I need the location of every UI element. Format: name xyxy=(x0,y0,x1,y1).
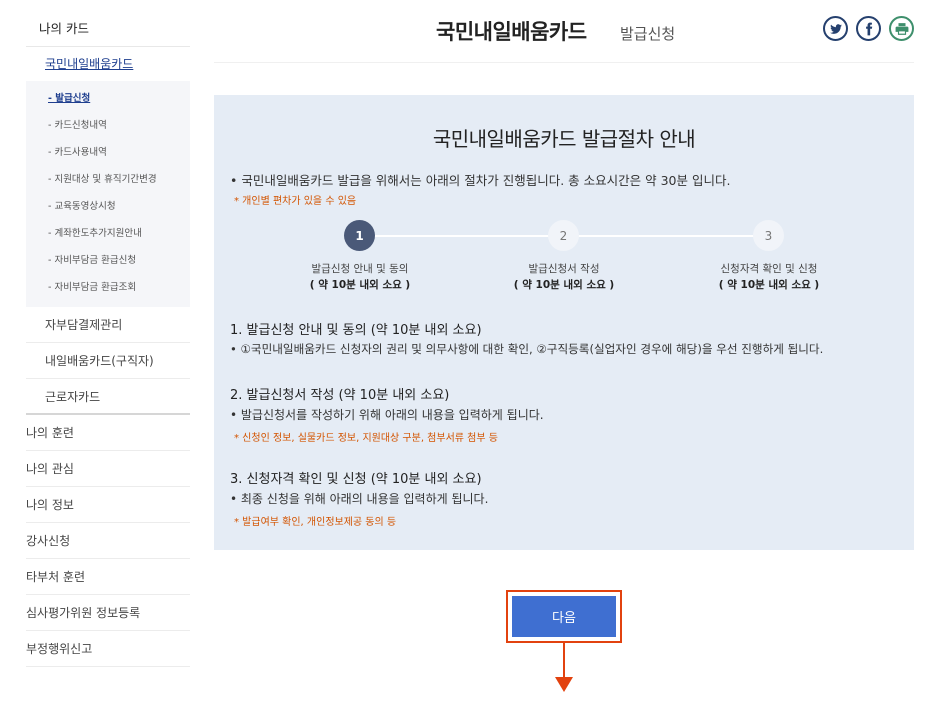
step-2-label: 발급신청서 작성 ( 약 10분 내외 소요 ) xyxy=(484,261,644,293)
twitter-icon xyxy=(829,23,842,34)
sidebar-submenu: - 발급신청 - 카드신청내역 - 카드사용내역 - 지원대상 및 휴직기간변경… xyxy=(26,81,190,307)
section-2-note: * 신청인 정보, 실물카드 정보, 지원대상 구분, 첨부서류 첨부 등 xyxy=(234,433,498,444)
step-1-circle: 1 xyxy=(344,220,375,251)
sidebar-sub-edu-video[interactable]: - 교육동영상시청 xyxy=(26,193,190,220)
section-3-note: * 발급여부 확인, 개인정보제공 동의 등 xyxy=(234,517,397,528)
step-1-label: 발급신청 안내 및 동의 ( 약 10분 내외 소요 ) xyxy=(280,261,440,293)
sidebar-nav: 나의 카드 국민내일배움카드 - 발급신청 - 카드신청내역 - 카드사용내역 … xyxy=(26,10,190,667)
sidebar-item-self-payment[interactable]: 자부담결제관리 xyxy=(26,307,190,343)
sidebar-sub-apply[interactable]: - 발급신청 xyxy=(26,85,190,112)
next-button[interactable]: 다음 xyxy=(512,596,616,637)
header-divider xyxy=(214,62,914,63)
sidebar-sub-limit-info[interactable]: - 계좌한도추가지원안내 xyxy=(26,220,190,247)
twitter-share-button[interactable] xyxy=(823,16,848,41)
step-2-time: ( 약 10분 내외 소요 ) xyxy=(513,279,615,291)
section-3-title: 3. 신청자격 확인 및 신청 (약 10분 내외 소요) xyxy=(230,472,482,487)
panel-title: 국민내일배움카드 발급절차 안내 xyxy=(432,127,696,151)
facebook-share-button[interactable] xyxy=(856,16,881,41)
step-3-label: 신청자격 확인 및 신청 ( 약 10분 내외 소요 ) xyxy=(689,261,849,293)
sidebar-sub-refund-apply[interactable]: - 자비부담금 환급신청 xyxy=(26,247,190,274)
step-3-time: ( 약 10분 내외 소요 ) xyxy=(718,279,820,291)
arrow-down-icon xyxy=(555,677,573,692)
sidebar-item-my-info[interactable]: 나의 정보 xyxy=(26,487,190,523)
section-2-title: 2. 발급신청서 작성 (약 10분 내외 소요) xyxy=(230,388,450,403)
intro-note: * 개인별 편차가 있을 수 있음 xyxy=(234,196,357,207)
print-button[interactable] xyxy=(889,16,914,41)
step-2-circle: 2 xyxy=(548,220,579,251)
step-3-circle: 3 xyxy=(753,220,784,251)
intro-text: • 국민내일배움카드 발급을 위해서는 아래의 절차가 진행됩니다. 총 소요시… xyxy=(230,173,731,188)
print-icon xyxy=(895,22,908,35)
section-1-title: 1. 발급신청 안내 및 동의 (약 10분 내외 소요) xyxy=(230,323,482,338)
step-1-title: 발급신청 안내 및 동의 xyxy=(311,263,409,275)
section-1-text: • ①국민내일배움카드 신청자의 권리 및 의무사항에 대한 확인, ②구직등록… xyxy=(230,342,824,356)
sidebar-item-other-ministry[interactable]: 타부처 훈련 xyxy=(26,559,190,595)
sidebar-sub-usage-history[interactable]: - 카드사용내역 xyxy=(26,139,190,166)
section-3-text: • 최종 신청을 위해 아래의 내용을 입력하게 됩니다. xyxy=(230,492,489,506)
section-2-text: • 발급신청서를 작성하기 위해 아래의 내용을 입력하게 됩니다. xyxy=(230,408,544,422)
sidebar-sub-application-history[interactable]: - 카드신청내역 xyxy=(26,112,190,139)
step-3-title: 신청자격 확인 및 신청 xyxy=(720,263,818,275)
sidebar-item-reviewer-register[interactable]: 심사평가위원 정보등록 xyxy=(26,595,190,631)
facebook-icon xyxy=(865,22,872,35)
sidebar-item-my-training[interactable]: 나의 훈련 xyxy=(26,415,190,451)
procedure-guide-panel: 국민내일배움카드 발급절차 안내 • 국민내일배움카드 발급을 위해서는 아래의… xyxy=(214,95,914,550)
sidebar-item-instructor-apply[interactable]: 강사신청 xyxy=(26,523,190,559)
sidebar-item-national-card[interactable]: 국민내일배움카드 xyxy=(26,47,190,81)
sidebar-item-misconduct-report[interactable]: 부정행위신고 xyxy=(26,631,190,667)
arrow-down-line xyxy=(563,643,565,679)
sidebar-item-jobseeker-card[interactable]: 내일배움카드(구직자) xyxy=(26,343,190,379)
step-1-time: ( 약 10분 내외 소요 ) xyxy=(309,279,411,291)
sidebar-item-worker-card[interactable]: 근로자카드 xyxy=(26,379,190,415)
next-button-highlight: 다음 xyxy=(506,590,622,643)
sidebar-sub-support-change[interactable]: - 지원대상 및 휴직기간변경 xyxy=(26,166,190,193)
sidebar-sub-refund-check[interactable]: - 자비부담금 환급조회 xyxy=(26,274,190,301)
sidebar-item-my-card[interactable]: 나의 카드 xyxy=(26,10,190,47)
sidebar-item-my-interest[interactable]: 나의 관심 xyxy=(26,451,190,487)
page-title: 국민내일배움카드 xyxy=(436,20,587,44)
step-2-title: 발급신청서 작성 xyxy=(528,263,600,275)
page-subtitle: 발급신청 xyxy=(620,25,676,43)
